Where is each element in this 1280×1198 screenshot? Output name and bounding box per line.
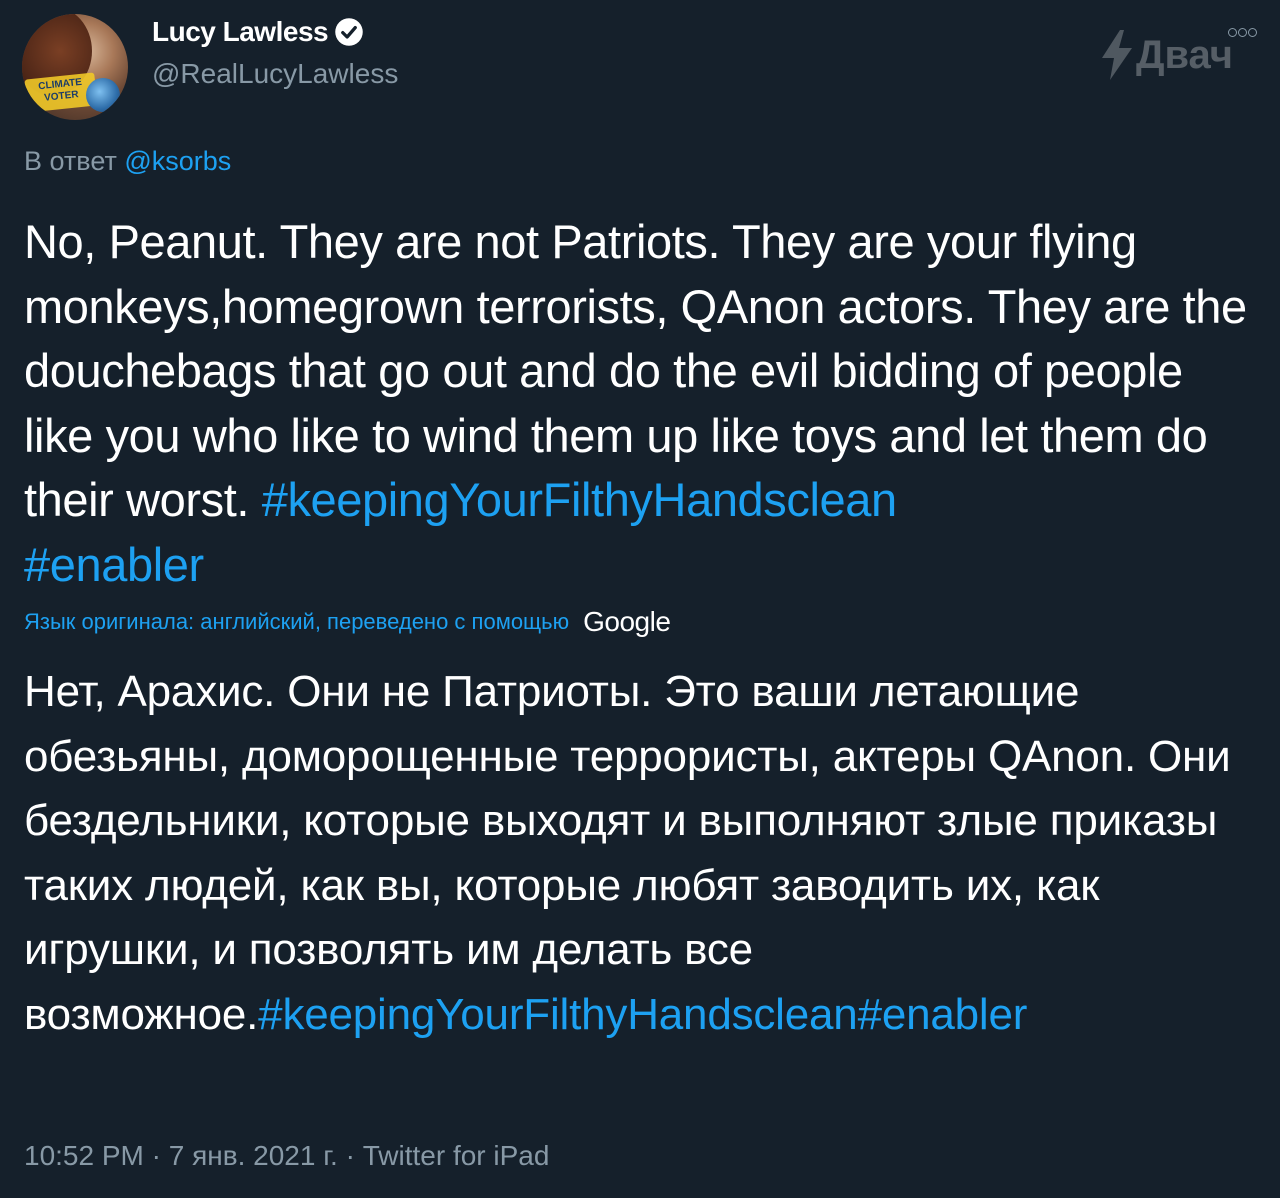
tweet-date[interactable]: 7 янв. 2021 г.	[169, 1140, 338, 1171]
author-name-row[interactable]: Lucy Lawless	[152, 16, 364, 48]
watermark-text: Двач	[1136, 32, 1234, 77]
hashtag-link[interactable]: #enabler	[858, 990, 1028, 1039]
translation-note: Язык оригинала: английский, переведено с…	[24, 606, 671, 638]
avatar-earth	[86, 78, 120, 112]
verified-badge-icon	[335, 18, 363, 46]
tweet-text: No, Peanut. They are not Patriots. They …	[24, 210, 1264, 597]
tweet-container: CLIMATE VOTER Lucy Lawless @RealLucyLawl…	[0, 0, 1280, 1198]
translated-text: Нет, Арахис. Они не Патриоты. Это ваши л…	[24, 660, 1264, 1047]
hashtag-link[interactable]: #keepingYourFilthyHandsclean	[262, 473, 897, 526]
author-name[interactable]: Lucy Lawless	[152, 16, 329, 48]
hashtag-link[interactable]: #keepingYourFilthyHandsclean	[258, 990, 858, 1039]
reply-to-line: В ответ @ksorbs	[24, 146, 231, 177]
lightning-icon	[1102, 30, 1132, 80]
meta-separator: ·	[143, 1140, 169, 1171]
watermark: Двач	[1100, 30, 1233, 80]
more-options-icon[interactable]	[1228, 24, 1258, 40]
google-logo: Google	[583, 606, 671, 637]
translated-body: Нет, Арахис. Они не Патриоты. Это ваши л…	[24, 667, 1231, 1039]
tweet-meta: 10:52 PM · 7 янв. 2021 г. · Twitter for …	[24, 1140, 549, 1172]
meta-separator: ·	[337, 1140, 363, 1171]
hashtag-link[interactable]: #enabler	[24, 538, 204, 591]
tweet-source[interactable]: Twitter for iPad	[363, 1140, 550, 1171]
reply-prefix: В ответ	[24, 146, 117, 176]
tweet-time[interactable]: 10:52 PM	[24, 1140, 144, 1171]
reply-mention-link[interactable]: @ksorbs	[124, 146, 231, 176]
avatar[interactable]: CLIMATE VOTER	[22, 14, 128, 120]
translation-note-text: Язык оригинала: английский, переведено с…	[24, 609, 570, 634]
author-handle[interactable]: @RealLucyLawless	[152, 58, 398, 90]
